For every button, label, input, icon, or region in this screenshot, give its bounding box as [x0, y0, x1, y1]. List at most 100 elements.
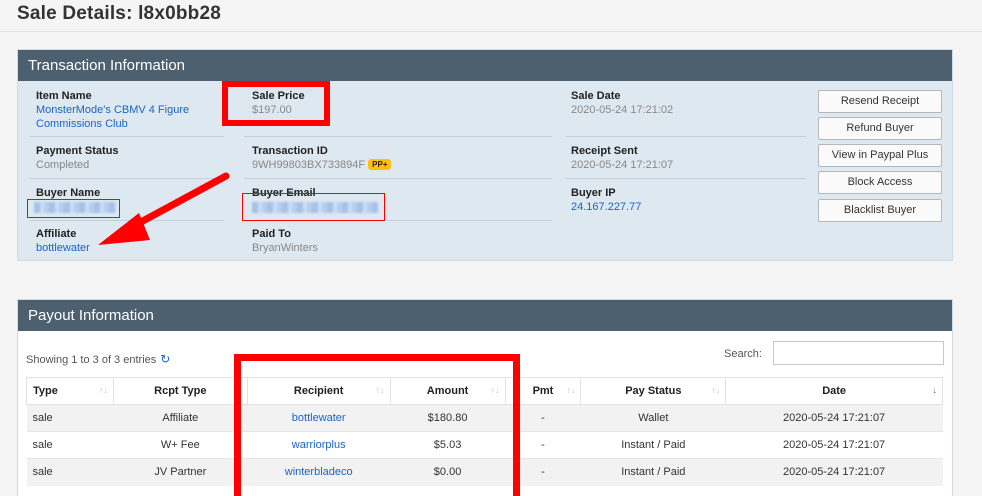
blacklist-buyer-button[interactable]: Blacklist Buyer — [818, 199, 942, 222]
cell-recipient: bottlewater — [247, 404, 391, 432]
affiliate-link[interactable]: bottlewater — [36, 241, 90, 255]
payment-status-field: Payment Status Completed — [36, 144, 119, 172]
cell-rcpt-type: JV Partner — [113, 458, 248, 486]
row-divider — [244, 136, 552, 137]
receipt-sent-label: Receipt Sent — [571, 145, 638, 157]
item-name-value-line2[interactable]: Commissions Club — [36, 117, 189, 131]
cell-pmt: - — [505, 458, 581, 486]
cell-amount: $0.00 — [390, 458, 505, 486]
column-header-recipient[interactable]: Recipient ↑↓ — [246, 377, 391, 405]
item-name-label: Item Name — [36, 90, 92, 102]
buyer-ip-field: Buyer IP 24.167.227.77 — [571, 186, 641, 214]
payout-panel-heading: Payout Information — [18, 300, 952, 331]
cell-type: sale — [26, 458, 114, 486]
column-header-pay-status[interactable]: Pay Status ↑↓ — [580, 377, 727, 405]
entries-info: Showing 1 to 3 of 3 entries ↻ — [26, 352, 170, 366]
table-row: sale JV Partner winterbladeco $0.00 - In… — [26, 458, 943, 486]
sale-date-value: 2020-05-24 17:21:02 — [571, 104, 674, 116]
transaction-panel-heading: Transaction Information — [18, 50, 952, 81]
payout-panel: Payout Information Showing 1 to 3 of 3 e… — [17, 299, 953, 496]
receipt-sent-value: 2020-05-24 17:21:07 — [571, 159, 674, 171]
redacted-buyer-name — [34, 202, 116, 213]
sale-date-label: Sale Date — [571, 90, 621, 102]
row-divider — [566, 178, 806, 179]
item-name-value-line1[interactable]: MonsterMode's CBMV 4 Figure — [36, 103, 189, 117]
payment-status-value: Completed — [36, 159, 90, 171]
row-divider — [566, 136, 806, 137]
sort-arrows-icon: ↑↓ — [711, 385, 721, 395]
recipient-link[interactable]: winterbladeco — [285, 466, 353, 478]
sale-price-value: $197.00 — [252, 104, 292, 116]
refund-buyer-button[interactable]: Refund Buyer — [818, 117, 942, 140]
cell-pay-status: Wallet — [580, 404, 726, 432]
sort-arrows-icon: ↑↓ — [490, 385, 500, 395]
buyer-ip-label: Buyer IP — [571, 187, 616, 199]
cell-type: sale — [26, 431, 114, 459]
sort-arrows-icon: ↑↓ — [98, 385, 108, 395]
cell-date: 2020-05-24 17:21:07 — [725, 431, 943, 459]
item-name-field: Item Name MonsterMode's CBMV 4 Figure Co… — [36, 89, 189, 131]
column-header-amount[interactable]: Amount ↑↓ — [389, 377, 506, 405]
sort-desc-icon: ↓ — [932, 385, 938, 395]
entries-info-text: Showing 1 to 3 of 3 entries — [26, 354, 157, 366]
table-row: sale Affiliate bottlewater $180.80 - Wal… — [26, 404, 943, 432]
affiliate-label: Affiliate — [36, 228, 77, 240]
redacted-buyer-email — [252, 202, 378, 213]
recipient-link[interactable]: warriorplus — [292, 439, 346, 451]
view-in-paypal-plus-button[interactable]: View in Paypal Plus — [818, 144, 942, 167]
paid-to-label: Paid To — [252, 228, 291, 240]
cell-pmt: - — [505, 404, 581, 432]
affiliate-field: Affiliate bottlewater — [36, 227, 90, 255]
page-title: Sale Details: l8x0bb28 — [17, 3, 222, 24]
sort-arrows-icon: ↑↓ — [375, 385, 385, 395]
row-divider — [244, 220, 552, 221]
buyer-name-field: Buyer Name — [36, 186, 100, 200]
receipt-sent-field: Receipt Sent 2020-05-24 17:21:07 — [571, 144, 673, 172]
cell-pay-status: Instant / Paid — [580, 431, 726, 459]
payment-status-label: Payment Status — [36, 145, 119, 157]
column-header-date[interactable]: Date ↓ — [725, 377, 943, 405]
recipient-link[interactable]: bottlewater — [292, 412, 346, 424]
table-row: sale W+ Fee warriorplus $5.03 - Instant … — [26, 431, 943, 459]
buyer-ip-value[interactable]: 24.167.227.77 — [571, 200, 641, 214]
resend-receipt-button[interactable]: Resend Receipt — [818, 90, 942, 113]
cell-rcpt-type: Affiliate — [113, 404, 248, 432]
sale-price-field: Sale Price $197.00 — [252, 89, 305, 117]
cell-pay-status: Instant / Paid — [580, 458, 726, 486]
paid-to-value: BryanWinters — [252, 242, 319, 254]
title-divider — [0, 31, 982, 32]
sort-arrows-icon: ↑↓ — [232, 385, 242, 395]
paypal-plus-badge: PP+ — [368, 159, 392, 170]
table-header-row: Type ↑↓ Rcpt Type ↑↓ Recipient ↑↓ Amount ↑↓ … — [26, 377, 943, 405]
buyer-name-label: Buyer Name — [36, 187, 101, 199]
cell-date: 2020-05-24 17:21:07 — [725, 404, 943, 432]
search-label: Search: — [724, 348, 762, 360]
row-divider — [30, 220, 224, 221]
sale-price-label: Sale Price — [252, 90, 305, 102]
cell-amount: $5.03 — [390, 431, 505, 459]
cell-pmt: - — [505, 431, 581, 459]
search-input[interactable] — [773, 341, 944, 365]
paid-to-field: Paid To BryanWinters — [252, 227, 318, 255]
sale-date-field: Sale Date 2020-05-24 17:21:02 — [571, 89, 673, 117]
transaction-panel: Transaction Information Item Name Monste… — [17, 49, 953, 261]
column-header-rcpt-type[interactable]: Rcpt Type ↑↓ — [112, 377, 248, 405]
row-divider — [30, 136, 224, 137]
cell-rcpt-type: W+ Fee — [113, 431, 248, 459]
payout-table: Type ↑↓ Rcpt Type ↑↓ Recipient ↑↓ Amount ↑↓ … — [26, 377, 943, 486]
row-divider — [244, 178, 552, 179]
row-divider — [30, 178, 224, 179]
transaction-id-field: Transaction ID 9WH99803BX733894F PP+ — [252, 144, 392, 172]
column-header-pmt[interactable]: Pmt ↑↓ — [504, 377, 582, 405]
buyer-email-field: Buyer Email — [252, 186, 316, 200]
transaction-panel-body: Item Name MonsterMode's CBMV 4 Figure Co… — [18, 81, 952, 260]
cell-recipient: warriorplus — [247, 431, 391, 459]
cell-recipient: winterbladeco — [247, 458, 391, 486]
sort-arrows-icon: ↑↓ — [566, 385, 576, 395]
transaction-id-value: 9WH99803BX733894F — [252, 159, 366, 171]
column-header-type[interactable]: Type ↑↓ — [26, 377, 114, 405]
buyer-email-label: Buyer Email — [252, 187, 316, 199]
transaction-id-label: Transaction ID — [252, 145, 328, 157]
block-access-button[interactable]: Block Access — [818, 171, 942, 194]
refresh-icon[interactable]: ↻ — [160, 352, 170, 366]
